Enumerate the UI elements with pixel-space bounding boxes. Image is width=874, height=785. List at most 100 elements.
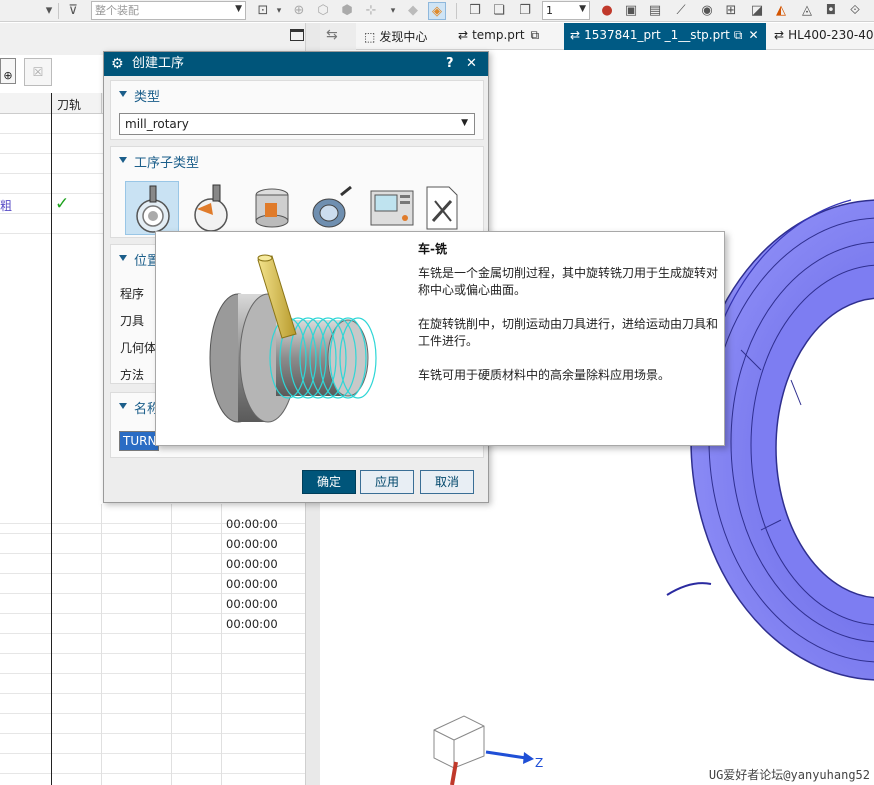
table-row[interactable]: 00:00:00 [0, 614, 305, 634]
time-cell: 00:00:00 [226, 557, 278, 571]
part-file-icon: ⇄ [570, 28, 581, 42]
view-section-icon[interactable]: ⟐ [846, 2, 864, 20]
close-button[interactable]: ✕ [466, 52, 477, 76]
ok-button[interactable]: 确定 [302, 470, 356, 494]
camera-icon[interactable]: ◘ [822, 2, 840, 20]
table-row[interactable]: 00:00:00 [0, 514, 305, 534]
operation-name-value: TURN [123, 434, 157, 448]
operation-group-label: 粗 [0, 199, 13, 213]
dialog-titlebar[interactable]: ⚙ 创建工序 ? ✕ [104, 52, 488, 76]
modified-icon: ⧉ [530, 28, 540, 42]
help-button[interactable]: ? [446, 52, 454, 76]
select-feature-icon[interactable]: ⊕ [290, 2, 308, 20]
maximize-icon[interactable] [290, 29, 304, 41]
subtype-rotary-floor-icon[interactable] [185, 181, 239, 235]
selection-filter-icon[interactable]: ⊽ [64, 2, 82, 20]
type-select[interactable]: mill_rotary ▼ [119, 113, 475, 135]
subtype-user-defined-icon[interactable] [415, 181, 469, 235]
table-row[interactable]: 00:00:00 [0, 534, 305, 554]
type-select-value: mill_rotary [125, 117, 189, 131]
table-row[interactable] [0, 694, 305, 714]
render-material-icon[interactable]: ◭ [772, 2, 790, 20]
tab-hl400[interactable]: ⇄ HL400-230-400 [768, 23, 874, 50]
section-type: 类型 mill_rotary ▼ [110, 80, 484, 140]
cube-icon[interactable]: ◆ [404, 2, 422, 20]
document-tab-bar: ⬚ 发现中心 ⇄ temp.prt ⧉ ⇄ 1537841_prt _1__stp.pr… [356, 23, 874, 50]
collapse-arrow-icon [119, 255, 127, 261]
measure-icon[interactable]: ⟋ [672, 2, 690, 20]
section-type-header[interactable]: 类型 [111, 81, 483, 107]
select-body-icon[interactable]: ⬡ [314, 2, 332, 20]
table-row[interactable] [0, 714, 305, 734]
top-toolbar: ▾ ⊽ 整个装配 ▼ ⊡ ▾ ⊕ ⬡ ⬢ ⊹ ▾ ◆ ◈ ❒ ❏ ❐ 1 ▼ ●… [0, 0, 874, 22]
chevron-down-icon: ▼ [235, 4, 242, 14]
section-subtype-header[interactable]: 工序子类型 [111, 147, 483, 173]
apply-button[interactable]: 应用 [360, 470, 414, 494]
column-divider [101, 504, 102, 785]
cancel-button[interactable]: 取消 [420, 470, 474, 494]
resource-bar-toggle: ⇆ [320, 23, 356, 50]
check-icon: ✓ [55, 194, 70, 214]
sync-icon[interactable]: ⇆ [326, 27, 338, 43]
collapse-arrow-icon [119, 403, 127, 409]
time-cell: 00:00:00 [226, 537, 278, 551]
part-file-icon: ⇄ [774, 28, 785, 42]
layer-visibility-icon[interactable]: ▣ [622, 2, 640, 20]
column-divider [101, 93, 102, 114]
table-row[interactable] [0, 654, 305, 674]
chevron-down-icon: ▼ [461, 118, 468, 128]
layer-category-icon[interactable]: ▤ [646, 2, 664, 20]
tooltip-text: 车铣可用于硬质材料中的高余量除料应用场景。 [418, 368, 671, 382]
program-label: 程序 [120, 287, 145, 301]
section-type-label: 类型 [134, 90, 161, 105]
clip-icon[interactable]: ⊞ [722, 2, 740, 20]
column-divider [221, 504, 222, 785]
table-row[interactable] [0, 754, 305, 774]
show-hide-icon[interactable]: ◉ [698, 2, 716, 20]
part-file-icon: ⇄ [458, 28, 469, 42]
table-row[interactable] [0, 734, 305, 754]
table-row[interactable] [0, 674, 305, 694]
turn-mill-illustration [209, 254, 377, 423]
tooltip-text: 车铣是一个金属切削过程，其中旋转铣刀用于生成旋转对 [418, 266, 719, 280]
axis-label: Z [535, 756, 544, 770]
add-icon[interactable]: ⊕ [0, 58, 16, 84]
tab-temp-prt[interactable]: ⇄ temp.prt ⧉ [452, 23, 549, 50]
close-icon[interactable]: ✕ [748, 28, 758, 42]
render-style-icon[interactable]: ◪ [748, 2, 766, 20]
table-row[interactable]: 00:00:00 [0, 594, 305, 614]
table-row[interactable]: 00:00:00 [0, 574, 305, 594]
tab-1537841-prt[interactable]: ⇄ 1537841_prt _1__stp.prt ⧉ ✕ [564, 23, 766, 50]
column-toolpath-label[interactable]: 刀轨 [57, 96, 81, 113]
assembly-load-icon[interactable]: ❐ [516, 2, 534, 20]
tab-label: temp.prt [472, 28, 525, 42]
time-cell: 00:00:00 [226, 517, 278, 531]
layer-settings-icon[interactable]: ● [598, 2, 616, 20]
view-orient-icon[interactable]: ◬ [798, 2, 816, 20]
highlight-cube-icon[interactable]: ◈ [428, 2, 446, 20]
gear-icon: ⚙ [111, 56, 124, 72]
tab-discovery[interactable]: ⬚ 发现中心 [358, 23, 433, 50]
delete-icon[interactable]: ☒ [24, 58, 52, 86]
subtype-machine-control-icon[interactable] [365, 181, 419, 235]
section-subtype: 工序子类型 [110, 146, 484, 238]
subtype-hole-milling-icon[interactable] [305, 181, 359, 235]
table-row[interactable]: 00:00:00 [0, 554, 305, 574]
dropdown-arrow-icon[interactable]: ▾ [40, 2, 58, 20]
operation-name-input[interactable]: TURN [119, 431, 159, 451]
select-edge-icon[interactable]: ⊹ [362, 2, 380, 20]
table-row[interactable] [0, 634, 305, 654]
view-triad[interactable] [426, 710, 546, 785]
geometry-label: 几何体 [120, 341, 157, 355]
assembly-open-icon[interactable]: ❏ [490, 2, 508, 20]
subtype-turn-mill-icon[interactable] [125, 181, 179, 235]
work-layer-combo[interactable]: 1 ▼ [542, 1, 590, 20]
select-face-icon[interactable]: ⬢ [338, 2, 356, 20]
assembly-filter-combo[interactable]: 整个装配 ▼ [91, 1, 246, 20]
assembly-icon[interactable]: ❒ [466, 2, 484, 20]
dropdown-arrow-icon[interactable]: ▾ [384, 2, 402, 20]
subtype-external-trim-icon[interactable] [245, 181, 299, 235]
tooltip-title: 车-铣 [418, 242, 447, 256]
time-cell: 00:00:00 [226, 597, 278, 611]
dropdown-arrow-icon[interactable]: ▾ [270, 2, 288, 20]
